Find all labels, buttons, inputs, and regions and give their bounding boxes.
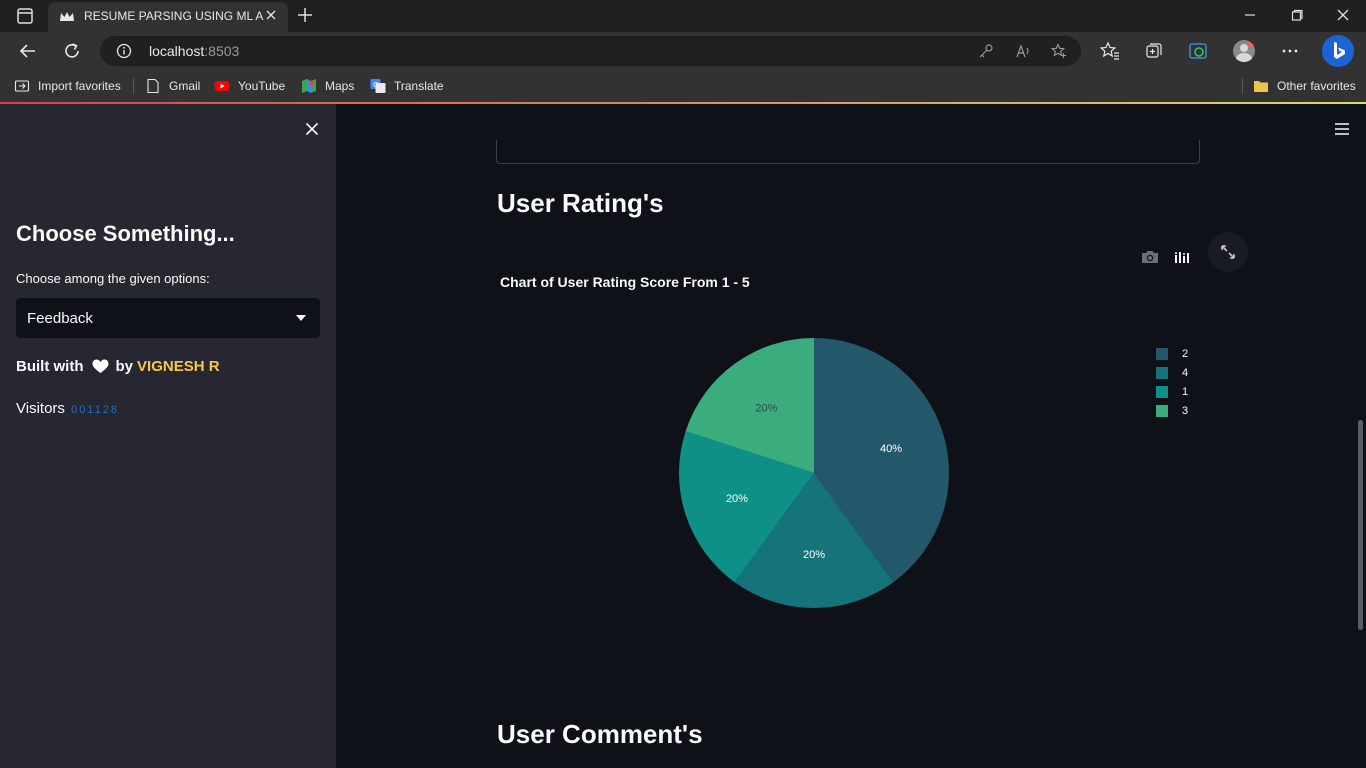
maps-icon (302, 79, 316, 93)
translate-icon: G (370, 79, 386, 93)
hamburger-menu-icon[interactable] (1334, 122, 1350, 136)
built-with-line: Built with by VIGNESH R (16, 358, 220, 375)
fav-label: Maps (325, 79, 355, 93)
pie-label-1: 20% (726, 493, 748, 505)
add-favorite-icon[interactable] (1051, 43, 1067, 59)
legend-item-2[interactable]: 2 (1156, 344, 1188, 363)
legend-item-3[interactable]: 3 (1156, 401, 1188, 420)
browser-tab[interactable]: RESUME PARSING USING ML AN (48, 2, 288, 32)
pie-label-4: 20% (803, 549, 825, 561)
close-window-icon[interactable] (1336, 8, 1350, 22)
select-label: Choose among the given options: (16, 271, 210, 286)
chart-legend: 2 4 1 3 (1156, 344, 1188, 420)
fav-import-favorites[interactable]: Import favorites (14, 76, 121, 96)
tab-title: RESUME PARSING USING ML AN (84, 9, 264, 23)
tab-strip: RESUME PARSING USING ML AN (0, 0, 1366, 32)
chart-title: Chart of User Rating Score From 1 - 5 (500, 274, 750, 290)
fav-translate[interactable]: G Translate (370, 76, 444, 96)
main-scrollbar[interactable] (1358, 420, 1363, 630)
fullscreen-button[interactable] (1208, 232, 1248, 272)
visitors-line: Visitors 001128 (16, 400, 119, 417)
fav-label: Other favorites (1277, 79, 1356, 93)
collections-icon[interactable] (1144, 41, 1164, 61)
refresh-icon[interactable] (62, 41, 82, 61)
legend-label: 1 (1182, 385, 1189, 398)
legend-swatch (1156, 404, 1168, 417)
options-select[interactable]: Feedback (16, 298, 320, 338)
tab-actions-icon[interactable] (10, 6, 40, 26)
fav-label: YouTube (238, 79, 286, 93)
sidebar-title: Choose Something... (16, 221, 235, 246)
expand-icon (1221, 245, 1235, 259)
url-host: localhost (149, 43, 205, 59)
import-icon (14, 80, 30, 92)
edge-ext-icon[interactable] (1188, 41, 1208, 61)
chevron-down-icon (296, 315, 306, 321)
fav-other-favorites[interactable]: Other favorites (1253, 76, 1356, 96)
bing-chat-button[interactable] (1322, 35, 1354, 67)
select-value: Feedback (27, 310, 93, 327)
favorites-icon[interactable] (1100, 41, 1120, 61)
url-text: localhost:8503 (149, 43, 239, 59)
built-with-text: Built with (16, 358, 84, 375)
legend-label: 3 (1182, 404, 1189, 417)
author-link[interactable]: VIGNESH R (137, 358, 220, 375)
by-text: by (115, 358, 134, 375)
user-comment-heading: User Comment's (497, 719, 703, 749)
fav-label: Translate (394, 79, 444, 93)
svg-text:G: G (373, 81, 378, 89)
legend-swatch (1156, 366, 1168, 379)
address-toolbar: localhost:8503 (0, 32, 1366, 70)
profile-avatar[interactable] (1233, 40, 1255, 62)
bing-icon (1334, 42, 1345, 59)
legend-item-4[interactable]: 4 (1156, 363, 1188, 382)
legend-item-1[interactable]: 1 (1156, 382, 1188, 401)
key-icon[interactable] (978, 43, 994, 59)
page-icon (147, 78, 159, 94)
heart-icon (92, 359, 108, 373)
close-sidebar-icon[interactable] (304, 121, 320, 137)
user-rating-heading: User Rating's (497, 188, 664, 218)
read-aloud-icon[interactable] (1015, 43, 1031, 59)
rating-pie-chart: 40% 20% 20% 20% (679, 338, 949, 608)
restore-icon[interactable] (1290, 8, 1304, 22)
legend-label: 2 (1182, 347, 1189, 360)
address-input[interactable]: localhost:8503 (100, 36, 1081, 66)
crown-icon (60, 12, 74, 21)
site-info-icon[interactable] (116, 43, 132, 59)
pie-label-3: 20% (755, 402, 777, 414)
fav-separator (133, 78, 134, 94)
fav-label: Import favorites (38, 79, 121, 93)
fav-separator (1242, 78, 1243, 94)
more-options-icon[interactable] (1280, 41, 1300, 61)
new-tab-icon[interactable] (296, 6, 314, 24)
fav-maps[interactable]: Maps (301, 76, 354, 96)
legend-swatch (1156, 347, 1168, 360)
fav-gmail[interactable]: Gmail (145, 76, 200, 96)
favorites-bar: Import favorites Gmail YouTube Maps G Tr… (0, 70, 1366, 102)
close-tab-icon[interactable] (264, 8, 278, 22)
pie-label-2: 40% (880, 443, 902, 455)
youtube-icon (214, 81, 230, 91)
visitors-counter: 001128 (71, 404, 119, 416)
visitors-label: Visitors (16, 400, 65, 417)
folder-icon (1254, 81, 1268, 92)
plotly-logo-icon[interactable] (1173, 249, 1191, 265)
url-port: :8503 (204, 43, 240, 59)
previous-element-box (496, 140, 1200, 164)
camera-icon[interactable] (1141, 249, 1159, 265)
legend-swatch (1156, 385, 1168, 398)
sidebar: Choose Something... Choose among the giv… (0, 104, 336, 768)
back-icon[interactable] (18, 41, 38, 61)
legend-label: 4 (1182, 366, 1189, 379)
main-content: User Rating's Chart of User Rating Score… (336, 104, 1366, 768)
minimize-icon[interactable] (1243, 8, 1257, 22)
fav-label: Gmail (169, 79, 201, 93)
fav-youtube[interactable]: YouTube (214, 76, 285, 96)
